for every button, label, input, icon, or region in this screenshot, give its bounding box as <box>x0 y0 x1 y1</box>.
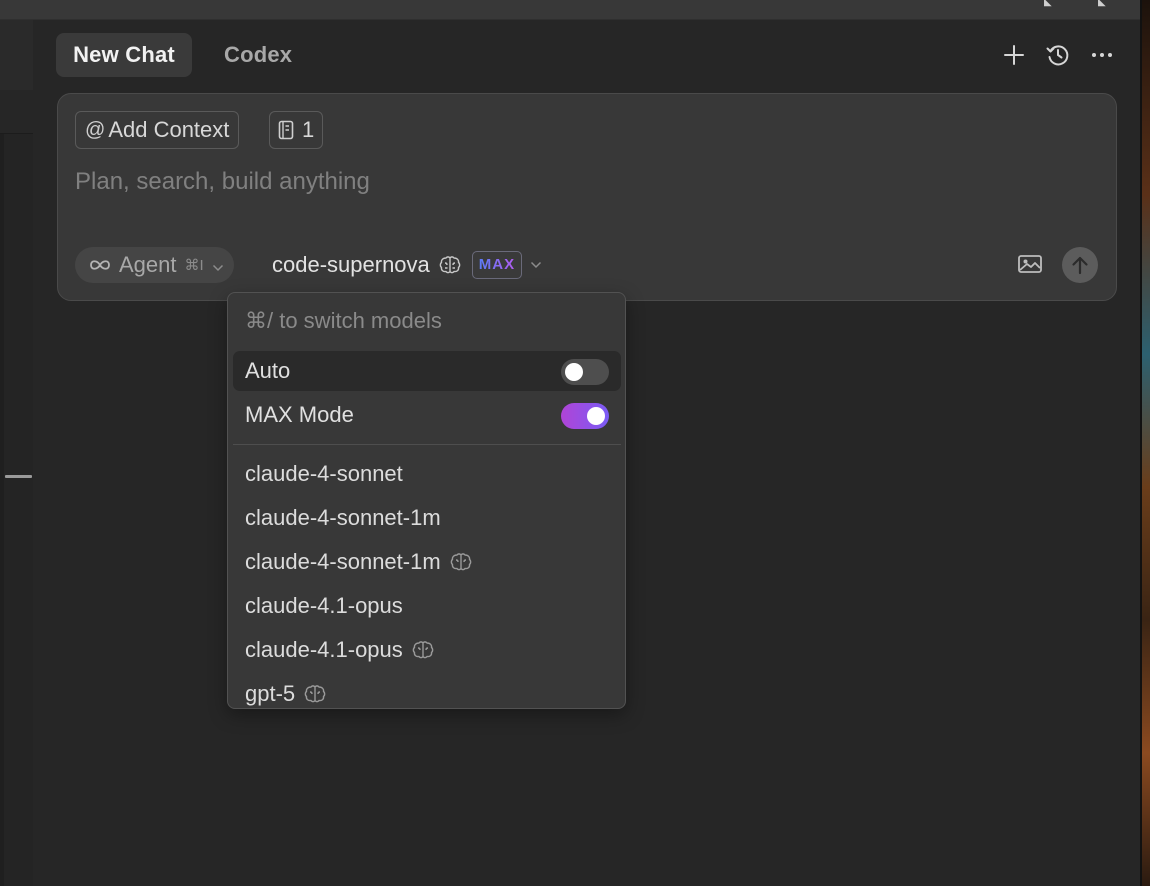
send-button[interactable] <box>1062 247 1098 283</box>
tab-codex[interactable]: Codex <box>224 33 292 77</box>
model-option[interactable]: claude-4.1-opus <box>245 591 403 621</box>
agent-label: Agent <box>119 252 177 277</box>
window-control-icon[interactable]: ◣ <box>1098 0 1108 8</box>
model-option[interactable]: gpt-5 <box>245 679 327 708</box>
model-dropdown: ⌘/ to switch models Auto MAX Mode claude… <box>227 292 626 709</box>
left-editor-strip <box>0 20 33 886</box>
brain-icon <box>450 553 471 571</box>
tab-new-chat[interactable]: New Chat <box>56 33 192 77</box>
max-mode-toggle-row[interactable]: MAX Mode <box>233 395 621 435</box>
max-mode-label: MAX Mode <box>245 402 354 427</box>
file-icon <box>278 120 294 140</box>
image-icon[interactable] <box>1016 252 1044 276</box>
model-option[interactable]: claude-4.1-opus <box>245 635 435 665</box>
plus-icon[interactable] <box>1001 42 1027 68</box>
brain-icon <box>412 641 434 659</box>
model-option[interactable]: claude-4-sonnet <box>245 459 403 489</box>
background-image-strip <box>1140 0 1150 886</box>
chat-panel-window: ◣ ◣ New Chat Codex @ Add Context 1 Plan,… <box>0 0 1150 886</box>
agent-shortcut: ⌘I <box>184 257 204 274</box>
arrow-up-icon <box>1071 255 1089 275</box>
file-count: 1 <box>302 117 315 142</box>
chat-input[interactable]: Plan, search, build anything <box>75 168 370 196</box>
title-bar: ◣ ◣ <box>0 0 1140 20</box>
window-control-icon[interactable]: ◣ <box>1044 0 1054 8</box>
history-icon[interactable] <box>1045 42 1071 68</box>
infinity-icon <box>87 252 113 278</box>
auto-toggle-row[interactable]: Auto <box>233 351 621 391</box>
max-mode-badge: MAX <box>471 251 523 279</box>
dropdown-divider <box>233 444 621 445</box>
chevron-down-icon <box>212 252 224 278</box>
model-name: code-supernova <box>272 252 430 277</box>
agent-mode-selector[interactable]: Agent ⌘I <box>75 247 234 283</box>
editor-gutter <box>0 134 33 886</box>
auto-label: Auto <box>245 358 291 383</box>
chevron-down-icon <box>530 261 542 269</box>
chat-composer: @ Add Context 1 Plan, search, build anyt… <box>57 93 1117 301</box>
brain-icon <box>438 255 462 275</box>
scrollbar-marker[interactable] <box>5 475 32 478</box>
add-context-label: Add Context <box>108 117 230 142</box>
max-mode-toggle[interactable] <box>561 403 609 429</box>
editor-gutter-top <box>0 90 33 134</box>
auto-toggle[interactable] <box>561 359 609 385</box>
model-selector[interactable]: code-supernova MAX <box>272 247 542 283</box>
more-icon[interactable] <box>1089 42 1115 68</box>
model-option[interactable]: claude-4-sonnet-1m <box>245 547 473 577</box>
attached-files-button[interactable]: 1 <box>269 111 324 149</box>
model-option[interactable]: claude-4-sonnet-1m <box>245 503 441 533</box>
at-icon: @ <box>85 118 106 141</box>
brain-icon <box>304 685 326 703</box>
add-context-button[interactable]: @ Add Context <box>75 111 240 149</box>
switch-models-hint: ⌘/ to switch models <box>245 308 442 333</box>
